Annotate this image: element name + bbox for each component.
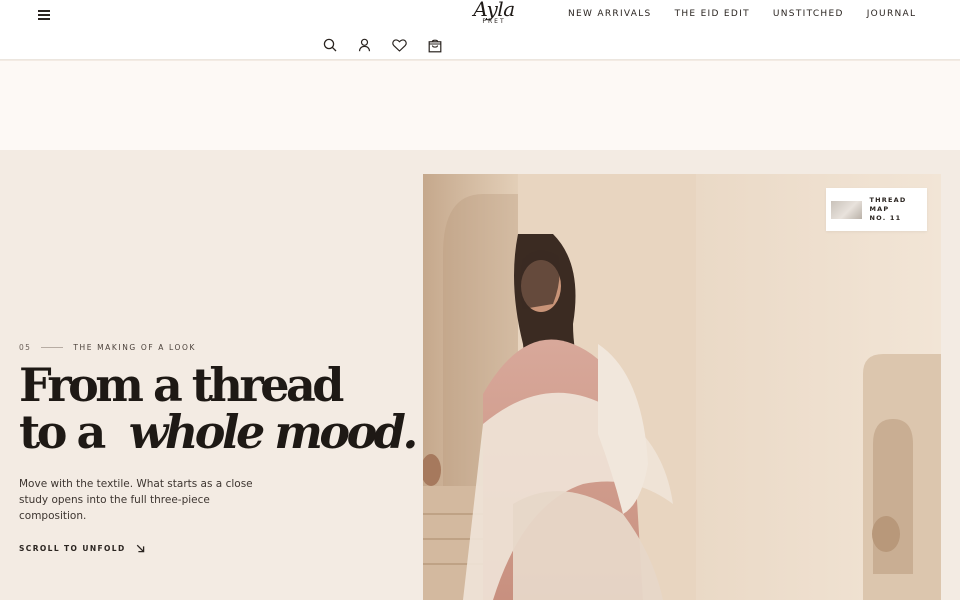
hero-image [423, 174, 941, 600]
section-kicker: 05 THE MAKING OF A LOOK [19, 343, 196, 352]
headline-line-2: to a whole mood. [19, 409, 418, 456]
thread-map-title: THREAD MAP [869, 196, 907, 213]
arrow-down-right-icon [136, 544, 144, 553]
scroll-to-unfold-link[interactable]: SCROLL TO UNFOLD [19, 544, 145, 553]
nav-eid-edit[interactable]: THE EID EDIT [675, 9, 750, 19]
nav-journal[interactable]: JOURNAL [867, 9, 917, 19]
menu-icon[interactable] [37, 8, 53, 22]
cta-label: SCROLL TO UNFOLD [19, 544, 126, 553]
nav-new-arrivals[interactable]: NEW ARRIVALS [568, 9, 652, 19]
utility-icons [320, 37, 444, 53]
headline-line-2-roman: to a [19, 405, 106, 459]
section-number: 05 [19, 343, 32, 352]
brand-logo[interactable]: Ayla PRET [472, 0, 516, 25]
fabric-swatch-thumbnail [831, 200, 862, 219]
section-label: THE MAKING OF A LOOK [73, 343, 196, 352]
main-nav: NEW ARRIVALS THE EID EDIT UNSTITCHED JOU… [568, 9, 916, 19]
search-icon[interactable] [320, 37, 339, 53]
hero-headline: From a thread to a whole mood. [19, 362, 418, 456]
thread-map-card[interactable]: THREAD MAP NO. 11 [826, 188, 927, 231]
hero-photo-illustration [423, 174, 941, 600]
section-description: Move with the textile. What starts as a … [19, 478, 253, 522]
thread-map-label: THREAD MAP NO. 11 [870, 196, 927, 223]
headline-line-2-italic: whole mood. [128, 405, 419, 459]
wishlist-heart-icon[interactable] [390, 37, 409, 53]
headline-line-1: From a thread [19, 358, 344, 412]
shopping-bag-icon[interactable] [425, 37, 444, 53]
site-header: Ayla PRET NEW ARRIVALS THE EID EDIT UNST… [0, 0, 960, 60]
account-icon[interactable] [355, 37, 374, 53]
kicker-divider [41, 347, 64, 348]
promo-band [0, 61, 960, 150]
nav-unstitched[interactable]: UNSTITCHED [773, 9, 844, 19]
thread-map-number: NO. 11 [869, 214, 902, 222]
